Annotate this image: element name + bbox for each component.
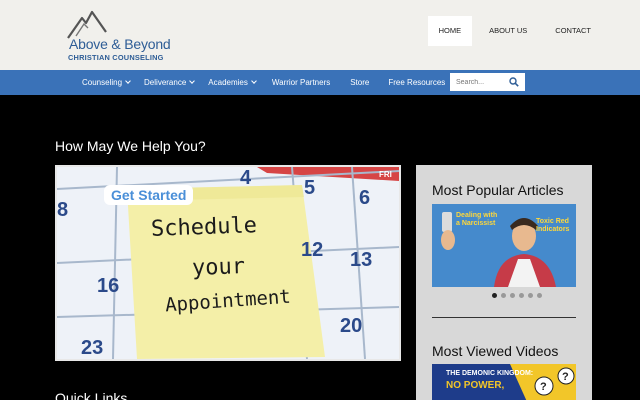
top-nav-home[interactable]: HOME [427, 16, 473, 46]
carousel-dot[interactable] [510, 293, 515, 298]
svg-text:?: ? [562, 371, 569, 383]
article-thumbnail [432, 204, 576, 287]
sidebar: Most Popular Articles Dealing with a Nar… [416, 165, 592, 400]
calendar-number: 6 [359, 187, 371, 209]
site-logo[interactable]: Above & Beyond CHRISTIAN COUNSELING [66, 10, 176, 62]
note-line: your [191, 254, 246, 281]
chevron-down-icon [251, 78, 257, 84]
article-text: Dealing with a Narcissist [456, 212, 498, 227]
nav-item-free-resources[interactable]: Free Resources [388, 78, 445, 87]
viewed-videos-title: Most Viewed Videos [432, 343, 559, 359]
nav-item-warrior-partners[interactable]: Warrior Partners [272, 78, 330, 87]
calendar-number: 8 [57, 199, 69, 221]
popular-articles-title: Most Popular Articles [432, 182, 564, 198]
carousel-dot[interactable] [537, 293, 542, 298]
logo-name: Above & Beyond [69, 36, 171, 52]
calendar-number: 20 [340, 315, 363, 337]
nav-label: Warrior Partners [271, 78, 331, 87]
nav-label: Deliverance [144, 78, 187, 87]
carousel-dots [492, 293, 546, 298]
calendar-number: 12 [301, 239, 324, 261]
nav-item-counseling[interactable]: Counseling [82, 78, 131, 87]
chevron-down-icon [125, 78, 131, 84]
calendar-number: 5 [304, 177, 316, 199]
top-nav-contact[interactable]: CONTACT [544, 16, 602, 46]
calendar-day-label: FRI [379, 170, 392, 179]
carousel-dot[interactable] [519, 293, 524, 298]
quick-links-heading: Quick Links [55, 390, 128, 400]
nav-label: Store [350, 78, 370, 87]
svg-text:?: ? [540, 381, 547, 393]
search-input[interactable] [450, 73, 508, 91]
calendar-number: 13 [350, 249, 373, 271]
article-text: Toxic Red Indicators [536, 218, 570, 233]
article-carousel-slide[interactable]: Dealing with a Narcissist Toxic Red Indi… [432, 204, 576, 287]
note-line: Schedule [150, 213, 258, 242]
search-box [450, 73, 525, 91]
carousel-dot[interactable] [492, 293, 497, 298]
nav-item-store[interactable]: Store [350, 78, 369, 87]
help-heading: How May We Help You? [55, 138, 206, 154]
carousel-dot[interactable] [501, 293, 506, 298]
get-started-badge: Get Started [104, 185, 194, 205]
nav-label: Free Resources [388, 78, 446, 87]
site-header: Above & Beyond CHRISTIAN COUNSELING HOME… [0, 0, 640, 70]
main-nav: Counseling Deliverance Academies Warrior… [0, 70, 640, 95]
chevron-down-icon [189, 78, 196, 84]
sidebar-divider [432, 317, 576, 318]
top-nav-about-us[interactable]: ABOUT US [478, 16, 538, 46]
nav-label: Counseling [82, 78, 123, 87]
video-text: THE DEMONIC KINGDOM: [446, 370, 534, 377]
top-nav: HOME ABOUT US CONTACT [422, 16, 602, 46]
calendar-number: 16 [97, 275, 120, 297]
carousel-dot[interactable] [528, 293, 533, 298]
logo-tagline: CHRISTIAN COUNSELING [68, 53, 164, 62]
hero-image-schedule-appointment[interactable]: 4 5 6 8 12 13 16 20 23 FRI Get Started S… [55, 165, 401, 361]
nav-label: Academies [208, 78, 248, 87]
nav-item-academies[interactable]: Academies [208, 78, 257, 87]
calendar-number: 23 [81, 337, 104, 359]
video-thumbnail[interactable]: ? ? THE DEMONIC KINGDOM: NO POWER, [432, 364, 576, 400]
search-icon[interactable] [509, 77, 519, 87]
nav-item-deliverance[interactable]: Deliverance [144, 78, 196, 87]
calendar-number: 4 [240, 167, 252, 189]
video-text: NO POWER, [446, 380, 505, 391]
